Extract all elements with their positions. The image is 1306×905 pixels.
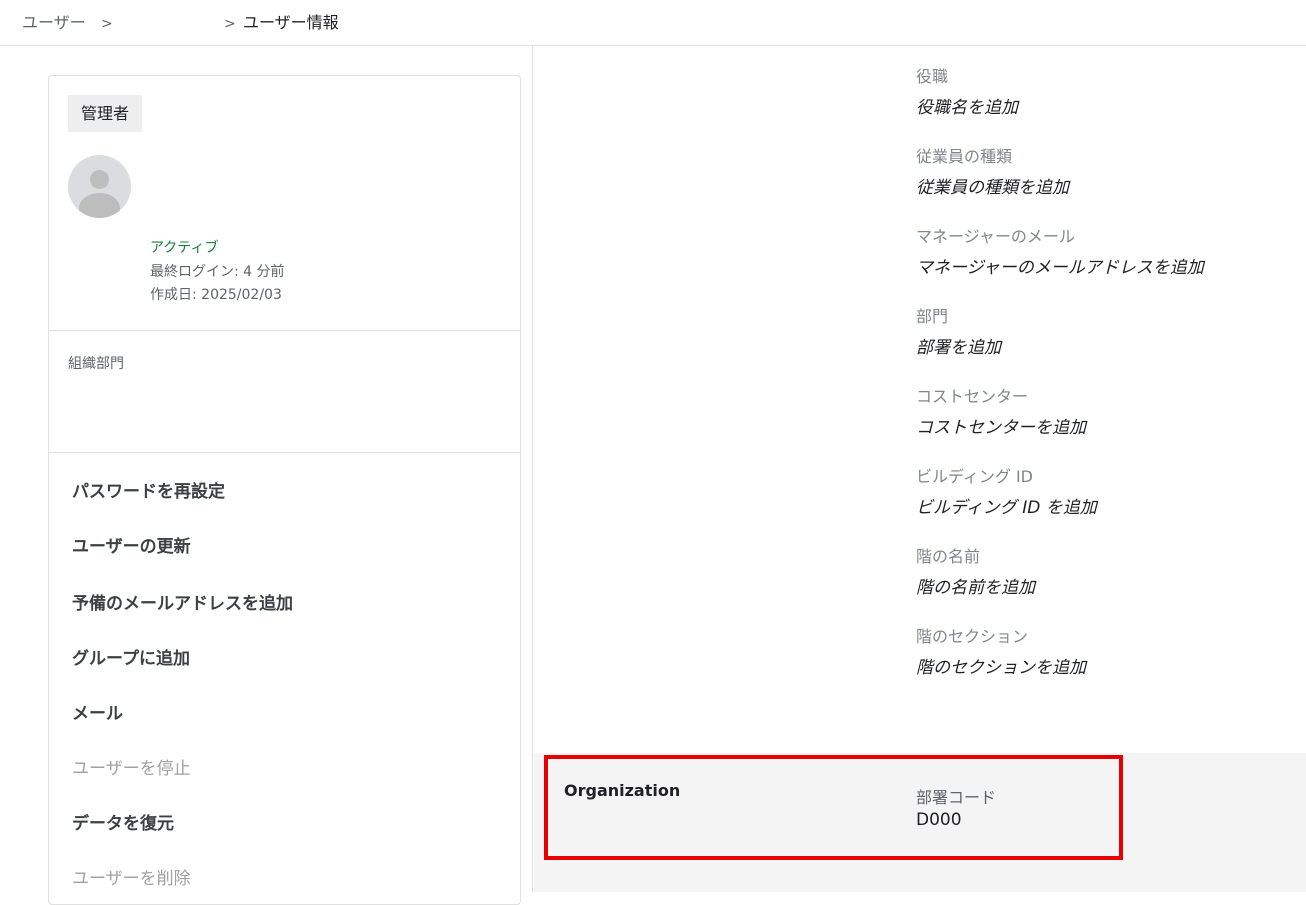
reset-password-action[interactable]: パスワードを再設定	[72, 481, 225, 503]
update-user-action[interactable]: ユーザーの更新	[72, 536, 191, 558]
suspend-user-action: ユーザーを停止	[72, 759, 191, 779]
delete-user-action: ユーザーを削除	[72, 869, 191, 889]
avatar[interactable]	[68, 155, 131, 218]
floor-name-label: 階の名前	[916, 547, 981, 566]
restore-data-action[interactable]: データを復元	[72, 813, 174, 835]
divider	[49, 452, 520, 453]
user-summary-card: 管理者 アクティブ 最終ログイン: 4 分前 作成日: 2025/02/03 組…	[48, 75, 521, 905]
floor-section-add-link[interactable]: 階のセクションを追加	[916, 657, 1086, 679]
highlight-annotation-box	[544, 755, 1123, 860]
manager-email-label: マネージャーのメール	[916, 227, 1075, 246]
status-label: アクティブ	[150, 240, 219, 256]
manager-email-add-link[interactable]: マネージャーのメールアドレスを追加	[916, 257, 1204, 279]
breadcrumb-current: ユーザー情報	[243, 13, 339, 32]
left-pane: 管理者 アクティブ 最終ログイン: 4 分前 作成日: 2025/02/03 組…	[0, 46, 533, 905]
employee-type-label: 従業員の種類	[916, 147, 1013, 166]
role-badge: 管理者	[68, 95, 143, 132]
org-unit-label: 組織部門	[68, 356, 124, 372]
add-to-group-action[interactable]: グループに追加	[72, 648, 190, 670]
divider	[49, 330, 520, 331]
department-label: 部門	[916, 307, 949, 326]
email-action[interactable]: メール	[72, 703, 123, 725]
breadcrumb: ユーザー > > ユーザー情報	[0, 0, 1306, 46]
building-id-add-link[interactable]: ビルディング ID を追加	[916, 497, 1097, 519]
chevron-right-icon: >	[224, 16, 236, 32]
last-login-text: 最終ログイン: 4 分前	[150, 264, 285, 280]
building-id-label: ビルディング ID	[916, 467, 1034, 486]
employee-type-add-link[interactable]: 従業員の種類を追加	[916, 177, 1069, 199]
cost-center-label: コストセンター	[916, 387, 1029, 406]
job-title-add-link[interactable]: 役職名を追加	[916, 97, 1018, 119]
job-title-label: 役職	[916, 67, 949, 86]
floor-section-label: 階のセクション	[916, 627, 1029, 646]
avatar-body-icon	[79, 193, 120, 218]
avatar-head-icon	[90, 170, 109, 189]
floor-name-add-link[interactable]: 階の名前を追加	[916, 577, 1035, 599]
chevron-right-icon: >	[101, 16, 113, 32]
add-secondary-email-action[interactable]: 予備のメールアドレスを追加	[72, 593, 293, 615]
created-date-text: 作成日: 2025/02/03	[150, 287, 282, 303]
breadcrumb-users-link[interactable]: ユーザー	[22, 13, 86, 33]
department-add-link[interactable]: 部署を追加	[916, 337, 1001, 359]
cost-center-add-link[interactable]: コストセンターを追加	[916, 417, 1086, 439]
